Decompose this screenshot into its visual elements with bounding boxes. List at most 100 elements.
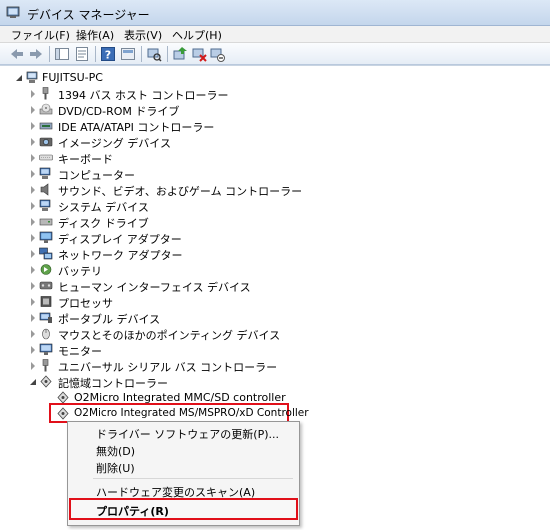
tree-category-label: マウスとそのほかのポインティング デバイス bbox=[58, 329, 281, 342]
tree-category[interactable]: モニター bbox=[28, 342, 288, 358]
tree-category[interactable]: マウスとそのほかのポインティング デバイス bbox=[28, 326, 308, 342]
toolbar-separator bbox=[141, 46, 142, 62]
uninstall-icon[interactable] bbox=[209, 46, 225, 62]
tree-category-label: ディスプレイ アダプター bbox=[58, 233, 182, 246]
tree-category-label: サウンド、ビデオ、およびゲーム コントローラー bbox=[58, 185, 303, 198]
tree-category[interactable]: コンピューター bbox=[28, 166, 288, 182]
expand-icon[interactable] bbox=[31, 266, 35, 274]
bus-controller-icon bbox=[42, 87, 49, 100]
menu-view[interactable]: 表示(V) bbox=[122, 27, 164, 43]
menu-item-update-driver[interactable]: ドライバー ソフトウェアの更新(P)... bbox=[96, 426, 279, 442]
toolbar: ? bbox=[0, 43, 550, 65]
tree-category[interactable]: システム デバイス bbox=[28, 198, 288, 214]
expand-icon[interactable] bbox=[31, 154, 35, 162]
device-tree: FUJITSU-PC 1394 バス ホスト コントローラー DVD/CD-RO… bbox=[0, 65, 550, 530]
battery-icon bbox=[40, 264, 52, 275]
expand-icon[interactable] bbox=[31, 330, 35, 338]
menu-action[interactable]: 操作(A) bbox=[74, 27, 116, 43]
tree-category[interactable]: キーボード bbox=[28, 150, 288, 166]
tree-category[interactable]: DVD/CD-ROM ドライブ bbox=[28, 102, 288, 118]
menu-separator bbox=[93, 478, 293, 479]
tree-category[interactable]: ユニバーサル シリアル バス コントローラー bbox=[28, 358, 308, 374]
tree-root[interactable]: FUJITSU-PC bbox=[16, 70, 216, 86]
menu-file[interactable]: ファイル(F) bbox=[9, 27, 72, 43]
update-driver-icon[interactable] bbox=[172, 46, 188, 62]
expand-icon[interactable] bbox=[31, 170, 35, 178]
svg-text:?: ? bbox=[105, 49, 111, 62]
context-menu: ドライバー ソフトウェアの更新(P)... 無効(D) 削除(U) ハードウェア… bbox=[67, 421, 300, 526]
tree-category-label: イメージング デバイス bbox=[58, 137, 171, 150]
menu-bar: ファイル(F) 操作(A) 表示(V) ヘルプ(H) bbox=[0, 26, 550, 43]
expand-icon[interactable] bbox=[31, 202, 35, 210]
forward-icon[interactable] bbox=[28, 46, 44, 62]
back-icon[interactable] bbox=[9, 46, 25, 62]
tree-category[interactable]: ポータブル デバイス bbox=[28, 310, 288, 326]
tree-category-label: コンピューター bbox=[58, 169, 135, 182]
expand-icon[interactable] bbox=[31, 186, 35, 194]
tree-device-selected[interactable]: O2Micro Integrated MS/MSPRO/xD Controlle… bbox=[56, 406, 309, 422]
title-bar: デバイス マネージャー bbox=[0, 0, 550, 26]
disable-icon[interactable] bbox=[191, 46, 207, 62]
tree-category[interactable]: サウンド、ビデオ、およびゲーム コントローラー bbox=[28, 182, 308, 198]
expand-icon[interactable] bbox=[31, 138, 35, 146]
menu-item-uninstall[interactable]: 削除(U) bbox=[96, 460, 135, 476]
tree-category[interactable]: イメージング デバイス bbox=[28, 134, 288, 150]
tree-category-label: 1394 バス ホスト コントローラー bbox=[58, 89, 229, 102]
tree-category[interactable]: ディスク ドライブ bbox=[28, 214, 288, 230]
help-icon[interactable]: ? bbox=[100, 46, 116, 62]
toolbar-separator bbox=[95, 46, 96, 62]
expand-icon[interactable] bbox=[31, 362, 35, 370]
storage-controller-icon bbox=[40, 375, 52, 388]
tree-category[interactable]: 1394 バス ホスト コントローラー bbox=[28, 86, 288, 102]
expand-icon[interactable] bbox=[31, 122, 35, 130]
tree-category-label: プロセッサ bbox=[58, 297, 113, 310]
display-adapter-icon bbox=[39, 231, 53, 243]
computer-icon bbox=[39, 167, 51, 179]
menu-item-properties[interactable]: プロパティ(R) bbox=[96, 503, 169, 519]
processor-icon bbox=[40, 296, 52, 307]
ide-controller-icon bbox=[39, 122, 53, 130]
expand-icon[interactable] bbox=[31, 250, 35, 258]
tree-category[interactable]: IDE ATA/ATAPI コントローラー bbox=[28, 118, 288, 134]
properties-icon[interactable] bbox=[74, 46, 90, 62]
console-icon[interactable] bbox=[120, 46, 136, 62]
collapse-icon[interactable] bbox=[16, 75, 22, 81]
keyboard-icon bbox=[39, 154, 53, 161]
menu-help[interactable]: ヘルプ(H) bbox=[170, 27, 224, 43]
collapse-icon[interactable] bbox=[30, 379, 36, 385]
toolbar-separator bbox=[49, 46, 50, 62]
monitor-icon bbox=[39, 343, 53, 355]
tree-category-label: モニター bbox=[58, 345, 102, 358]
tree-category-label: ヒューマン インターフェイス デバイス bbox=[58, 281, 251, 294]
expand-icon[interactable] bbox=[31, 346, 35, 354]
tree-category-label: ディスク ドライブ bbox=[58, 217, 149, 230]
tree-category[interactable]: プロセッサ bbox=[28, 294, 288, 310]
system-device-icon bbox=[39, 199, 51, 211]
expand-icon[interactable] bbox=[31, 298, 35, 306]
tree-category-expanded[interactable]: 記憶域コントローラー bbox=[28, 374, 288, 390]
scan-hardware-icon[interactable] bbox=[146, 46, 162, 62]
tree-category[interactable]: バッテリ bbox=[28, 262, 288, 278]
tree-category[interactable]: ディスプレイ アダプター bbox=[28, 230, 288, 246]
network-adapter-icon bbox=[39, 247, 53, 260]
expand-icon[interactable] bbox=[31, 106, 35, 114]
tree-category-label: DVD/CD-ROM ドライブ bbox=[58, 105, 180, 118]
menu-item-disable[interactable]: 無効(D) bbox=[96, 443, 135, 459]
expand-icon[interactable] bbox=[31, 234, 35, 242]
expand-icon[interactable] bbox=[31, 314, 35, 322]
expand-icon[interactable] bbox=[31, 282, 35, 290]
tree-category-label: バッテリ bbox=[58, 265, 102, 278]
toolbar-separator bbox=[167, 46, 168, 62]
speaker-icon bbox=[40, 183, 49, 196]
computer-icon bbox=[26, 71, 38, 83]
optical-drive-icon bbox=[39, 103, 53, 115]
tree-root-label: FUJITSU-PC bbox=[42, 71, 103, 84]
show-hide-console-tree-icon[interactable] bbox=[54, 46, 70, 62]
expand-icon[interactable] bbox=[31, 218, 35, 226]
tree-category-label: システム デバイス bbox=[58, 201, 149, 214]
expand-icon[interactable] bbox=[31, 90, 35, 98]
portable-device-icon bbox=[39, 312, 52, 323]
tree-category[interactable]: ネットワーク アダプター bbox=[28, 246, 288, 262]
tree-category[interactable]: ヒューマン インターフェイス デバイス bbox=[28, 278, 308, 294]
tree-category-label: IDE ATA/ATAPI コントローラー bbox=[58, 121, 215, 134]
